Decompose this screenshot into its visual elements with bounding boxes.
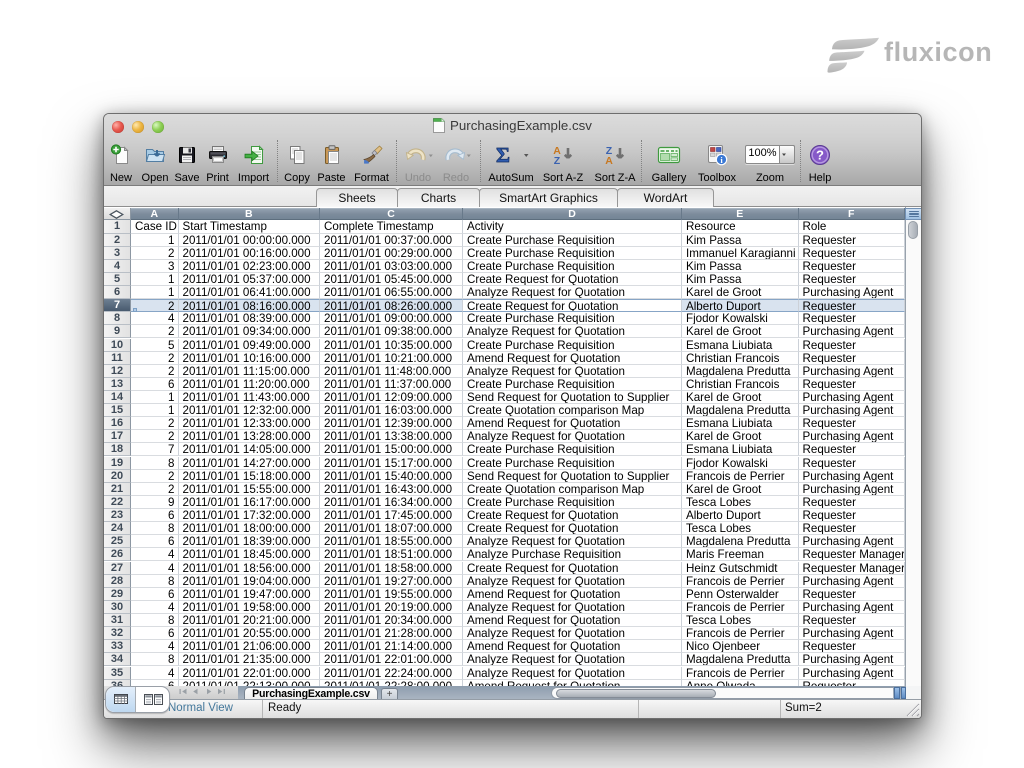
svg-text:?: ? [816, 148, 824, 163]
svg-text:Z: Z [554, 155, 561, 166]
svg-text:A: A [605, 155, 613, 166]
svg-text:Σ: Σ [496, 144, 510, 166]
